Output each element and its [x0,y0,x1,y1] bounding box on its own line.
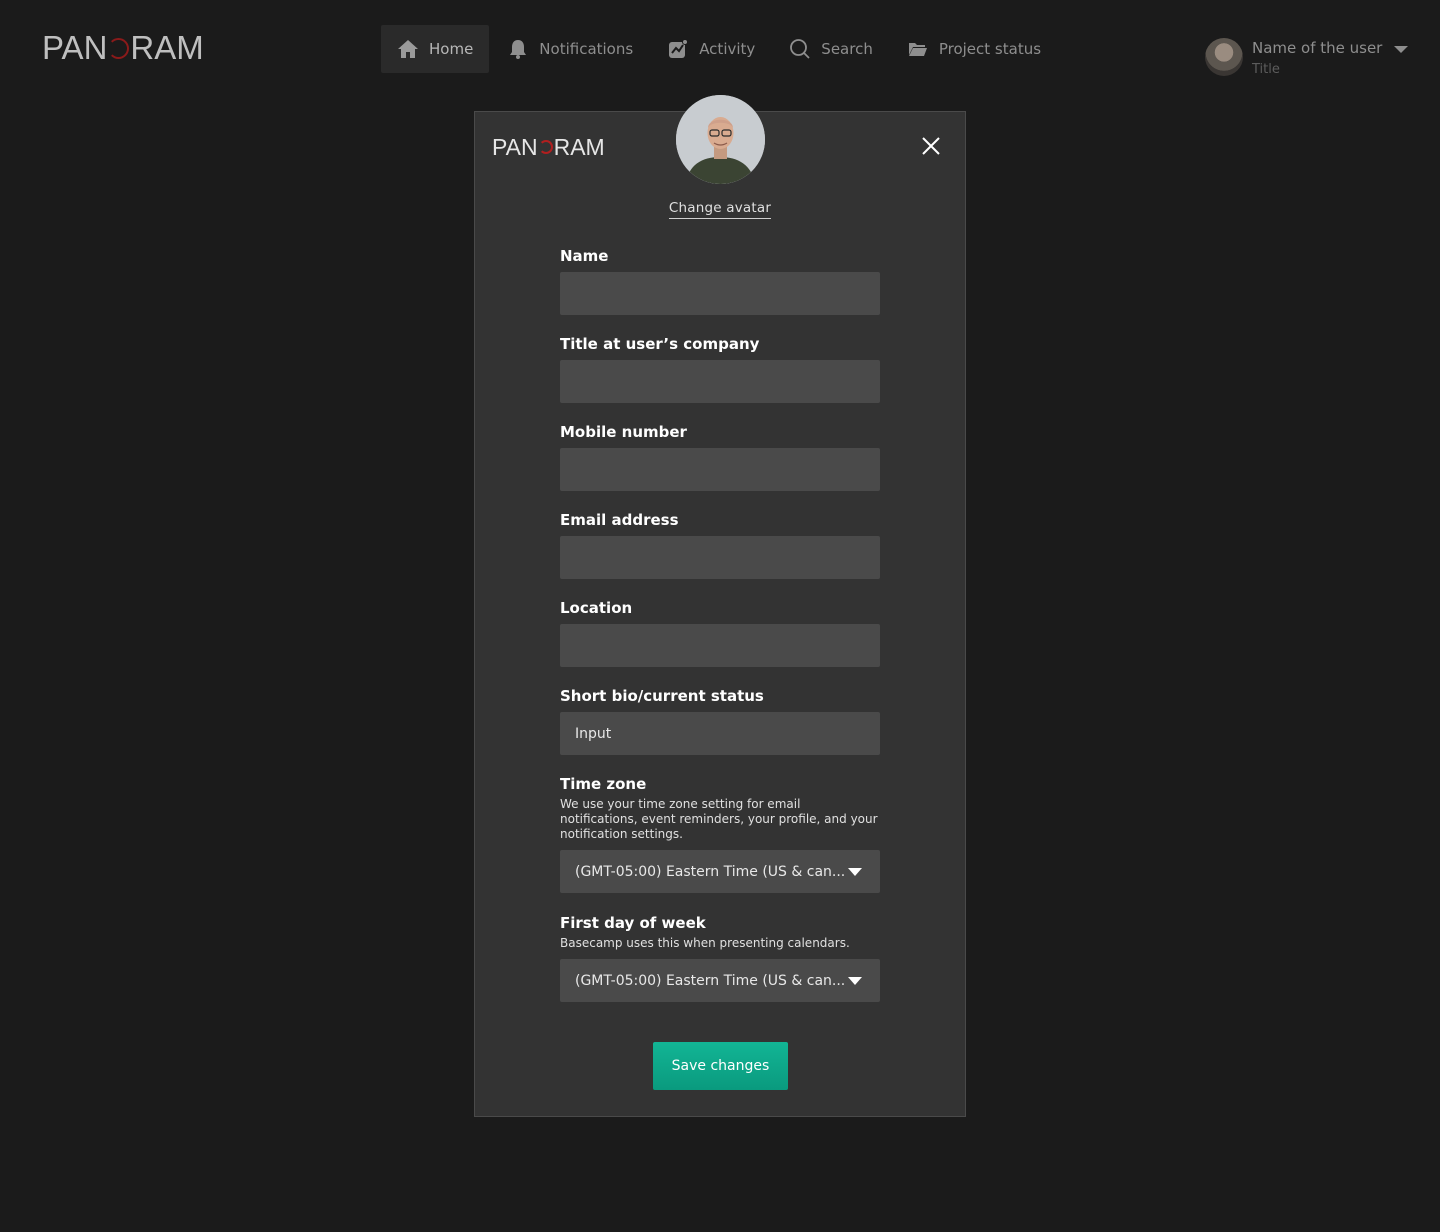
name-input[interactable] [560,272,880,315]
nav-item-home[interactable]: Home [381,25,490,73]
logo-text-left: PAN [492,133,538,160]
name-label: Name [560,247,609,265]
chevron-down-icon[interactable] [1394,46,1409,53]
nav-item-activity[interactable]: Activity [651,25,771,73]
user-title: Title [1252,62,1280,77]
location-label: Location [560,599,633,617]
search-icon [789,38,811,60]
field-first-day: First day of week Basecamp uses this whe… [560,912,880,1002]
mobile-label: Mobile number [560,423,687,441]
logo-text-left: PAN [42,29,108,66]
profile-avatar[interactable] [676,95,765,184]
field-timezone: Time zone We use your time zone setting … [560,773,880,893]
first-day-help: Basecamp uses this when presenting calen… [560,936,850,950]
field-email: Email address [560,509,880,579]
field-mobile: Mobile number [560,421,880,491]
first-day-select[interactable]: (GMT-05:00) Eastern Time (US & can... [560,959,880,1002]
nav-label-activity: Activity [699,40,756,58]
timezone-value: (GMT-05:00) Eastern Time (US & can... [575,863,846,880]
activity-icon [667,38,689,60]
first-day-value: (GMT-05:00) Eastern Time (US & can... [575,972,846,989]
field-bio: Short bio/current status Input [560,685,880,755]
modal-logo: PAN RAM [492,134,605,160]
folder-icon [907,38,929,60]
nav-item-project-status[interactable]: Project status [891,25,1057,73]
logo-o-mark [538,140,553,154]
mobile-input[interactable] [560,448,880,491]
main-nav: Home Notifications Activity Search Proje… [381,25,1059,73]
location-input[interactable] [560,624,880,667]
bell-icon [507,38,529,60]
first-day-label: First day of week [560,914,706,932]
field-location: Location [560,597,880,667]
close-button[interactable] [919,134,943,158]
timezone-select[interactable]: (GMT-05:00) Eastern Time (US & can... [560,850,880,893]
chevron-down-icon [848,867,862,876]
chevron-down-icon [848,976,862,985]
email-input[interactable] [560,536,880,579]
save-button[interactable]: Save changes [653,1042,788,1090]
user-name: Name of the user [1252,39,1383,57]
title-input[interactable] [560,360,880,403]
logo-text-right: RAM [553,133,605,160]
field-title: Title at user’s company [560,333,880,403]
nav-label-project-status: Project status [938,40,1042,58]
change-avatar-wrapper: Change avatar [475,197,965,219]
bio-label: Short bio/current status [560,687,764,705]
nav-label-notifications: Notifications [539,40,634,58]
field-name: Name [560,245,880,315]
logo-text-right: RAM [130,29,204,66]
close-icon [922,137,940,155]
email-label: Email address [560,511,679,529]
nav-item-notifications[interactable]: Notifications [491,25,649,73]
timezone-help: We use your time zone setting for email … [560,797,878,841]
bio-input[interactable]: Input [560,712,880,755]
app-logo[interactable]: PAN RAM [42,29,204,66]
home-icon [397,38,419,60]
change-avatar-link[interactable]: Change avatar [668,200,772,219]
avatar [1205,38,1243,76]
title-label: Title at user’s company [560,335,760,353]
profile-modal: PAN RAM Change avatar Name Title at user… [474,95,966,1117]
nav-item-search[interactable]: Search [773,25,889,73]
user-menu[interactable]: Name of the user Title [1205,38,1409,82]
nav-label-home: Home [429,40,474,58]
timezone-label: Time zone [560,775,647,793]
logo-o-mark [108,37,130,59]
nav-label-search: Search [821,40,873,58]
